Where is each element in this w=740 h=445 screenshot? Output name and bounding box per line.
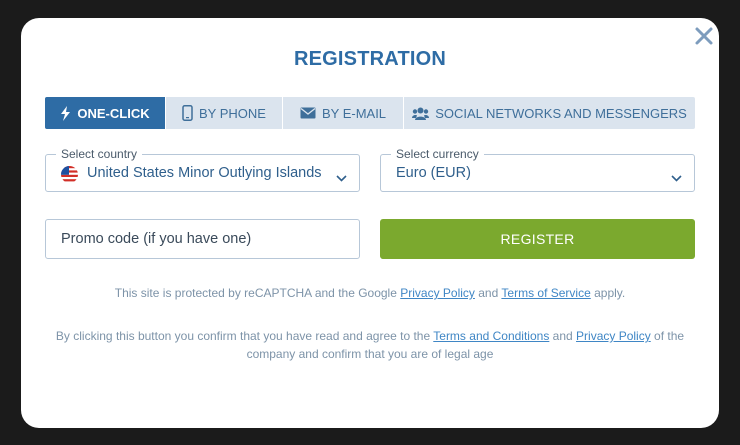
recaptcha-notice: This site is protected by reCAPTCHA and … xyxy=(45,284,695,302)
register-button[interactable]: REGISTER xyxy=(380,219,695,259)
currency-select-label: Select currency xyxy=(391,146,484,162)
recaptcha-text: and xyxy=(474,286,502,300)
consent-notice: By clicking this button you confirm that… xyxy=(45,327,695,363)
modal-title: REGISTRATION xyxy=(293,48,447,70)
currency-select[interactable]: Select currency Euro (EUR) xyxy=(380,146,695,192)
tab-by-phone[interactable]: BY PHONE xyxy=(166,97,283,129)
tab-one-click[interactable]: ONE-CLICK xyxy=(45,97,166,129)
us-flag-icon xyxy=(61,166,78,183)
tab-label: SOCIAL NETWORKS AND MESSENGERS xyxy=(435,105,687,121)
close-icon[interactable] xyxy=(692,24,716,48)
tab-label: ONE-CLICK xyxy=(77,105,150,121)
country-select[interactable]: Select country United States Minor Outly… xyxy=(45,146,360,192)
tab-by-email[interactable]: BY E-MAIL xyxy=(283,97,404,129)
phone-icon xyxy=(182,105,193,121)
recaptcha-text: This site is protected by reCAPTCHA and … xyxy=(114,286,401,300)
terms-and-conditions-link[interactable]: Terms and Conditions xyxy=(433,329,549,343)
country-value: United States Minor Outlying Islands xyxy=(87,165,322,181)
promo-code-input[interactable] xyxy=(45,219,360,259)
chevron-down-icon xyxy=(336,169,347,187)
users-icon xyxy=(412,107,430,120)
currency-value: Euro (EUR) xyxy=(396,165,471,181)
consent-text: and xyxy=(549,329,577,343)
envelope-icon xyxy=(300,107,316,119)
tab-social-networks[interactable]: SOCIAL NETWORKS AND MESSENGERS xyxy=(404,97,695,129)
privacy-policy-link[interactable]: Privacy Policy xyxy=(576,329,651,343)
chevron-down-icon xyxy=(671,169,682,187)
consent-text: By clicking this button you confirm that… xyxy=(55,329,434,343)
registration-modal: REGISTRATION ONE-CLICK BY PHONE BY E-MAI… xyxy=(21,18,719,428)
recaptcha-text: apply. xyxy=(590,286,626,300)
terms-of-service-link[interactable]: Terms of Service xyxy=(501,286,590,300)
registration-tabs: ONE-CLICK BY PHONE BY E-MAIL SOCIAL NETW… xyxy=(45,97,695,129)
privacy-policy-link[interactable]: Privacy Policy xyxy=(400,286,475,300)
tab-label: BY E-MAIL xyxy=(321,105,387,121)
country-select-label: Select country xyxy=(56,146,143,162)
lightning-icon xyxy=(60,105,71,121)
tab-label: BY PHONE xyxy=(199,105,266,121)
